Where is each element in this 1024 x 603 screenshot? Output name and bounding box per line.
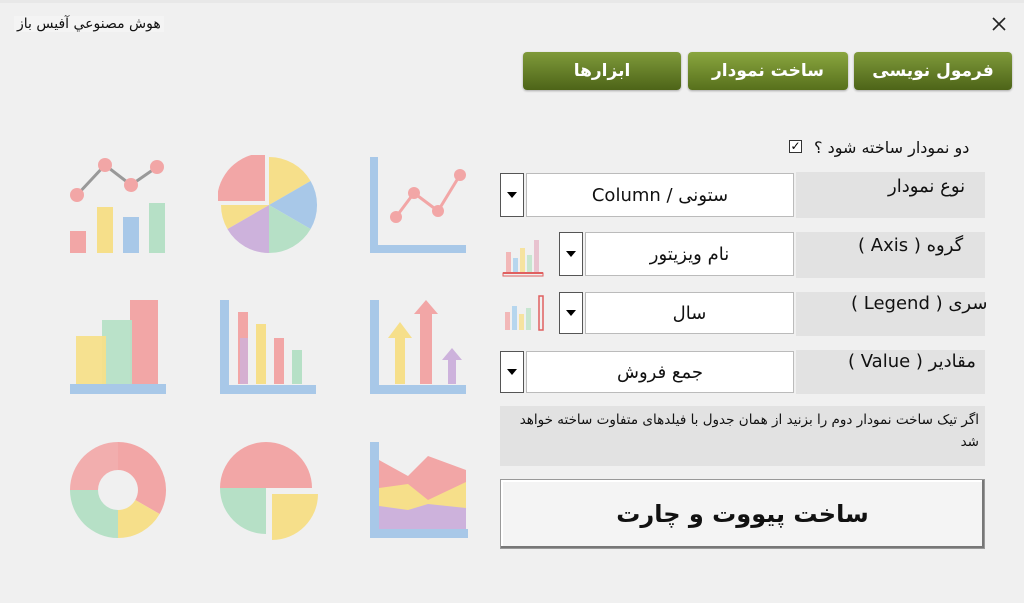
donut-chart-icon	[70, 442, 167, 538]
line-chart-icon	[370, 157, 466, 253]
chevron-down-icon	[507, 192, 517, 198]
chevron-down-icon	[566, 251, 576, 257]
exploded-pie-chart-icon	[220, 442, 318, 540]
series-select[interactable]: سال	[585, 292, 794, 334]
chevron-down-icon	[507, 369, 517, 375]
tab-chart-builder[interactable]: ساخت نمودار	[688, 52, 848, 90]
group-select[interactable]: نام ویزیتور	[585, 232, 794, 276]
close-icon	[992, 17, 1006, 31]
series-label: سری ( Legend )	[851, 293, 988, 314]
area-chart-icon	[370, 442, 468, 538]
build-pivot-chart-button[interactable]: ساخت پیووت و چارت	[500, 479, 985, 549]
window-title: هوش مصنوعي آفیس باز	[14, 16, 164, 32]
arrow-bar-chart-icon	[370, 300, 466, 394]
close-button[interactable]	[986, 12, 1012, 36]
two-charts-checkbox[interactable]: ✓	[789, 140, 802, 153]
chart-type-label: نوع نمودار	[888, 176, 966, 197]
chevron-down-icon	[566, 310, 576, 316]
axis-preview-icon	[502, 240, 544, 277]
app-window: هوش مصنوعي آفیس باز فرمول نویسی ساخت نمو…	[0, 0, 1024, 603]
tab-formula-writing[interactable]: فرمول نویسی	[854, 52, 1012, 90]
legend-preview-icon	[505, 295, 544, 331]
values-label: مقادیر ( Value )	[848, 351, 976, 372]
group-dropdown-button[interactable]	[559, 232, 583, 276]
values-select[interactable]: جمع فروش	[526, 351, 794, 393]
column-chart-icon	[220, 300, 316, 394]
line-bar-combo-chart-icon	[70, 158, 165, 253]
pie-chart-icon	[218, 155, 318, 254]
stacked-bar-chart-icon	[70, 300, 166, 394]
two-charts-label: دو نمودار ساخته شود ؟	[814, 138, 970, 157]
values-dropdown-button[interactable]	[500, 351, 524, 393]
group-label: گروه ( Axis )	[858, 235, 964, 256]
chart-type-select[interactable]: ستونی / Column	[526, 173, 794, 217]
series-dropdown-button[interactable]	[559, 292, 583, 334]
title-bar: هوش مصنوعي آفیس باز	[0, 3, 1024, 43]
info-note: اگر تیک ساخت نمودار دوم را بزنید از همان…	[500, 406, 985, 466]
tab-tools[interactable]: ابزارها	[523, 52, 681, 90]
chart-type-dropdown-button[interactable]	[500, 173, 524, 217]
